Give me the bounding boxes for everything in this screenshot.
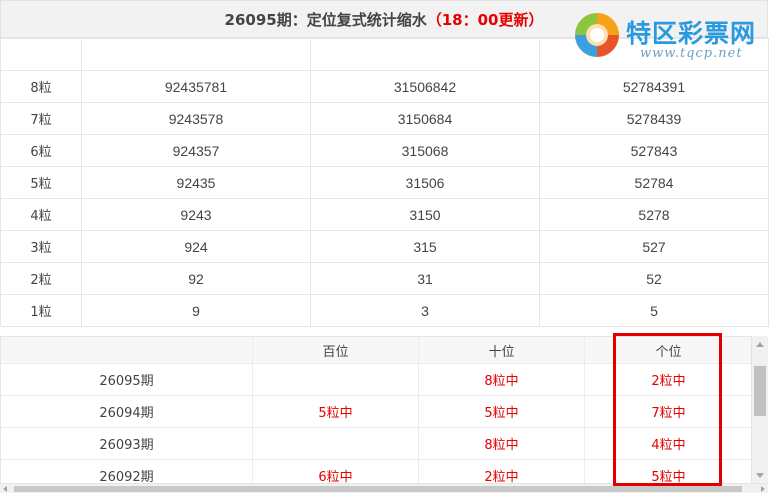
logo-url: www.tqcp.net bbox=[640, 46, 743, 61]
cell-ge: 52 bbox=[539, 262, 769, 295]
cell-bai: 924357 bbox=[81, 134, 311, 167]
cell-bai: 9 bbox=[81, 294, 311, 327]
row-label: 7粒 bbox=[0, 102, 82, 135]
table-row: 3粒 924 315 527 bbox=[0, 230, 769, 263]
table-row: 26095期 8粒中 2粒中 bbox=[1, 364, 752, 396]
shi-cell: 8粒中 bbox=[419, 364, 585, 395]
header-ge: 个位 bbox=[655, 344, 682, 360]
table-row: 26094期 5粒中 5粒中 7粒中 bbox=[1, 396, 752, 428]
cell-shi: 31506 bbox=[310, 166, 540, 199]
cell-bai: 92 bbox=[81, 262, 311, 295]
cell-shi: 31 bbox=[310, 262, 540, 295]
cell-bai: 9243578 bbox=[81, 102, 311, 135]
scroll-left-icon[interactable] bbox=[3, 486, 7, 492]
header-cell bbox=[0, 38, 82, 71]
row-label: 2粒 bbox=[0, 262, 82, 295]
results-table: 百位 十位 个位 26095期 8粒中 2粒中 26094期 5粒中 5粒中 7… bbox=[0, 336, 768, 493]
header-cell bbox=[310, 38, 540, 71]
row-label: 8粒 bbox=[0, 70, 82, 103]
ge-cell: 2粒中 bbox=[651, 374, 686, 389]
row-label: 4粒 bbox=[0, 198, 82, 231]
logo-swirl-icon bbox=[575, 13, 619, 57]
cell-ge: 527843 bbox=[539, 134, 769, 167]
scroll-down-icon[interactable] bbox=[756, 473, 764, 478]
cell-shi: 3150 bbox=[310, 198, 540, 231]
shi-cell: 5粒中 bbox=[419, 396, 585, 427]
cell-shi: 315 bbox=[310, 230, 540, 263]
cell-ge: 5 bbox=[539, 294, 769, 327]
row-label: 6粒 bbox=[0, 134, 82, 167]
cell-ge: 52784391 bbox=[539, 70, 769, 103]
cell-ge: 527 bbox=[539, 230, 769, 263]
table-row: 1粒 9 3 5 bbox=[0, 294, 769, 327]
issue-cell: 26095期 bbox=[1, 364, 253, 395]
scroll-up-icon[interactable] bbox=[756, 342, 764, 347]
row-label: 1粒 bbox=[0, 294, 82, 327]
bai-cell bbox=[253, 364, 419, 395]
cell-shi: 3150684 bbox=[310, 102, 540, 135]
site-logo: 特区彩票网 www.tqcp.net bbox=[568, 6, 768, 64]
table-row: 26093期 8粒中 4粒中 bbox=[1, 428, 752, 460]
issue-cell: 26093期 bbox=[1, 428, 253, 459]
cell-bai: 924 bbox=[81, 230, 311, 263]
scroll-thumb[interactable] bbox=[754, 366, 766, 416]
title-text: 26095期：定位复式统计缩水 bbox=[224, 10, 427, 29]
table-row: 5粒 92435 31506 52784 bbox=[0, 166, 769, 199]
scroll-h-thumb[interactable] bbox=[14, 486, 742, 492]
cell-bai: 92435 bbox=[81, 166, 311, 199]
header-cell bbox=[81, 38, 311, 71]
ge-cell: 7粒中 bbox=[651, 406, 686, 421]
row-label: 5粒 bbox=[0, 166, 82, 199]
table-row: 6粒 924357 315068 527843 bbox=[0, 134, 769, 167]
ge-cell: 4粒中 bbox=[651, 438, 686, 453]
scroll-right-icon[interactable] bbox=[761, 486, 765, 492]
row-label: 3粒 bbox=[0, 230, 82, 263]
header-bai: 百位 bbox=[253, 337, 419, 363]
cell-bai: 9243 bbox=[81, 198, 311, 231]
stats-table: 8粒 92435781 31506842 52784391 7粒 9243578… bbox=[0, 38, 769, 327]
bai-cell: 5粒中 bbox=[253, 396, 419, 427]
header-issue bbox=[1, 337, 253, 363]
cell-shi: 31506842 bbox=[310, 70, 540, 103]
logo-name: 特区彩票网 bbox=[626, 19, 757, 48]
cell-shi: 315068 bbox=[310, 134, 540, 167]
table-row: 4粒 9243 3150 5278 bbox=[0, 198, 769, 231]
header-shi: 十位 bbox=[419, 337, 585, 363]
horizontal-scrollbar[interactable] bbox=[0, 483, 768, 493]
issue-cell: 26094期 bbox=[1, 396, 253, 427]
bai-cell bbox=[253, 428, 419, 459]
cell-bai: 92435781 bbox=[81, 70, 311, 103]
table-row: 2粒 92 31 52 bbox=[0, 262, 769, 295]
cell-ge: 52784 bbox=[539, 166, 769, 199]
vertical-scrollbar[interactable] bbox=[751, 336, 768, 484]
cell-ge: 5278 bbox=[539, 198, 769, 231]
table-row: 7粒 9243578 3150684 5278439 bbox=[0, 102, 769, 135]
cell-ge: 5278439 bbox=[539, 102, 769, 135]
shi-cell: 8粒中 bbox=[419, 428, 585, 459]
results-header-row: 百位 十位 个位 bbox=[1, 336, 752, 364]
cell-shi: 3 bbox=[310, 294, 540, 327]
update-time: （18：00更新） bbox=[426, 10, 544, 29]
table-row: 8粒 92435781 31506842 52784391 bbox=[0, 70, 769, 103]
